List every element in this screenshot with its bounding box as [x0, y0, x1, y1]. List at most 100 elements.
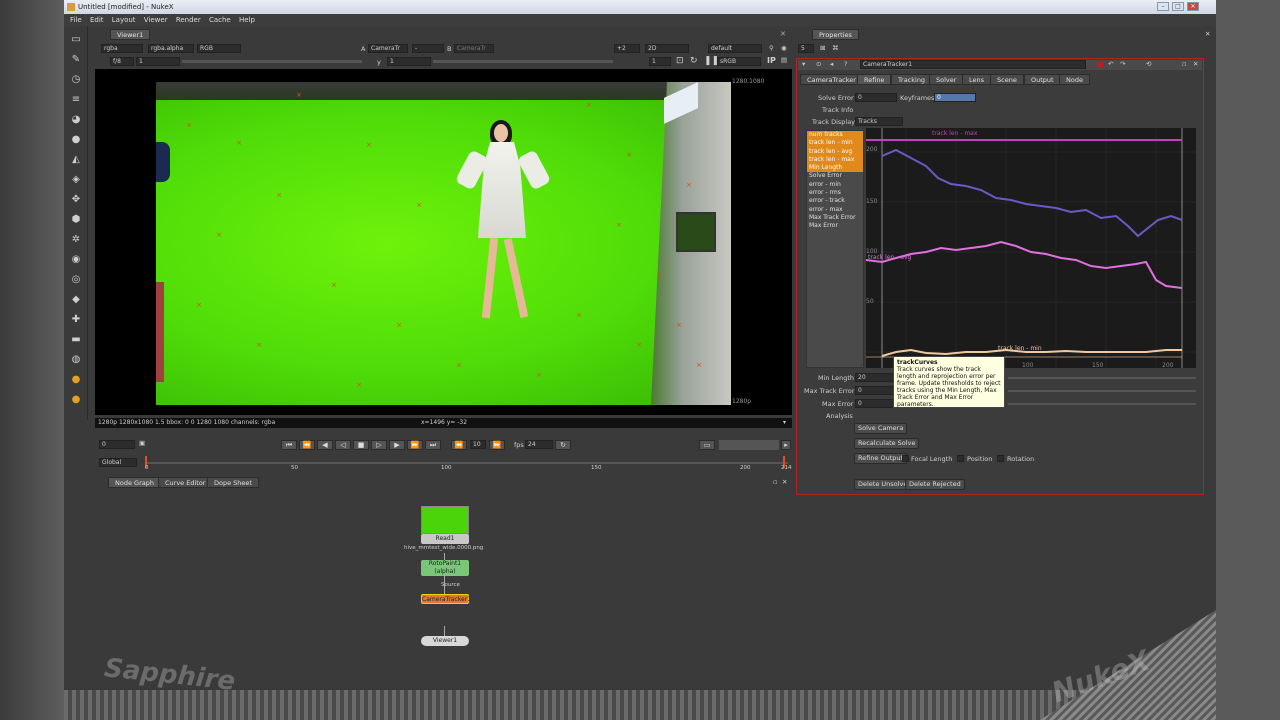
curve-error-rms[interactable]: error - rms: [807, 189, 863, 197]
close-pane-icon[interactable]: ✕: [780, 30, 786, 38]
furnace-icon[interactable]: ●: [70, 374, 82, 386]
colorspace-select[interactable]: RGB: [197, 44, 241, 53]
channels-select[interactable]: rgba: [101, 44, 143, 53]
menu-viewer[interactable]: Viewer: [144, 16, 168, 24]
color-swatch[interactable]: [1097, 62, 1103, 68]
tab-cameratracker[interactable]: CameraTracker: [800, 74, 863, 85]
gamma-slider[interactable]: [433, 60, 613, 63]
menu-icon[interactable]: ▤: [781, 56, 787, 64]
revert-icon[interactable]: ⟲: [1146, 60, 1151, 68]
read-node-thumbnail[interactable]: [421, 506, 469, 534]
read-node[interactable]: Read1: [421, 534, 469, 544]
input-a-select[interactable]: CameraTr: [368, 44, 408, 53]
max-panels-input[interactable]: 5: [798, 44, 814, 53]
loop-mode-button[interactable]: ↻: [555, 440, 571, 450]
gain-slider[interactable]: [182, 60, 362, 63]
track-curves-list[interactable]: num tracks track len - min track len - a…: [806, 130, 864, 368]
tab-refine[interactable]: Refine: [857, 74, 892, 85]
tab-lens[interactable]: Lens: [962, 74, 992, 85]
image-icon[interactable]: ▭: [70, 34, 82, 46]
lock-panels-icon[interactable]: ⌘: [832, 44, 839, 52]
max-error-input[interactable]: 0: [855, 399, 895, 408]
curve-max-error[interactable]: Max Error: [807, 222, 863, 230]
deep-icon[interactable]: ◉: [70, 254, 82, 266]
first-frame-button[interactable]: ⏮: [281, 440, 297, 450]
tab-node[interactable]: Node: [1059, 74, 1090, 85]
undo-icon[interactable]: ↶: [1108, 60, 1113, 68]
filter-icon[interactable]: ◭: [70, 154, 82, 166]
info-menu-icon[interactable]: ▾: [783, 418, 786, 428]
lock-icon[interactable]: ⚲: [769, 44, 774, 52]
plugin-icon[interactable]: ●: [70, 394, 82, 406]
timeline-expand[interactable]: ▸: [781, 440, 791, 450]
rotopaint-node[interactable]: RotoPaint1 (alpha): [421, 560, 469, 576]
tab-properties[interactable]: Properties: [812, 29, 859, 40]
tab-scene[interactable]: Scene: [990, 74, 1024, 85]
tab-tracking[interactable]: Tracking: [891, 74, 933, 85]
max-track-error-input[interactable]: 0: [855, 386, 895, 395]
play-backward-button[interactable]: ◁: [335, 440, 351, 450]
zoom-value[interactable]: 1: [649, 57, 671, 66]
roi-icon[interactable]: ⊡: [676, 56, 684, 66]
circle-icon[interactable]: ●: [70, 134, 82, 146]
curve-min-length[interactable]: Min Length: [807, 164, 863, 173]
step-increment[interactable]: 10: [470, 440, 486, 449]
step-back-button[interactable]: ⏪: [451, 440, 467, 450]
color-icon[interactable]: ◕: [70, 114, 82, 126]
help-icon[interactable]: ?: [844, 60, 847, 68]
close-pane-icon-2[interactable]: ✕: [782, 478, 787, 486]
fps-input[interactable]: 24: [525, 440, 553, 449]
ip-button[interactable]: IP: [767, 56, 776, 65]
redo-icon[interactable]: ↷: [1120, 60, 1125, 68]
track-curves-plot[interactable]: 200 150 100 50 100 150 200 track len - m…: [865, 128, 1196, 369]
menu-render[interactable]: Render: [176, 16, 201, 24]
close-button[interactable]: ✕: [1187, 2, 1199, 11]
paint-brush-icon[interactable]: ✎: [70, 54, 82, 66]
maximize-button[interactable]: □: [1172, 2, 1184, 11]
green-screen-plate[interactable]: × × × × × × × × × × × × × × × × × × × × …: [156, 82, 731, 405]
gain-select[interactable]: +2: [614, 44, 640, 53]
viewer-node[interactable]: Viewer1: [421, 636, 469, 646]
channel-icon[interactable]: ≡: [70, 94, 82, 106]
refine-output-button[interactable]: Refine Output: [854, 453, 908, 464]
timeline-track[interactable]: [145, 462, 788, 464]
curve-track-len-max[interactable]: track len - max: [807, 155, 863, 165]
curve-solve-error[interactable]: Solve Error: [807, 172, 863, 180]
next-keyframe-button[interactable]: ⏩: [407, 440, 423, 450]
timeline-zoom[interactable]: [719, 440, 779, 450]
collapse-icon[interactable]: ▾: [802, 60, 805, 68]
display-lut-select[interactable]: sRGB: [717, 57, 761, 66]
curve-error-track[interactable]: error - track: [807, 197, 863, 205]
toolsets-icon[interactable]: ✚: [70, 314, 82, 326]
particles-icon[interactable]: ✲: [70, 234, 82, 246]
curve-track-len-min[interactable]: track len - min: [807, 139, 863, 148]
min-length-slider[interactable]: [1008, 377, 1196, 379]
clear-panels-icon[interactable]: ⊠: [820, 44, 825, 52]
max-error-slider[interactable]: [1008, 403, 1196, 405]
metadata-icon[interactable]: ◆: [70, 294, 82, 306]
refresh-icon[interactable]: ↻: [690, 56, 698, 66]
other-icon[interactable]: ▬: [70, 334, 82, 346]
solve-camera-button[interactable]: Solve Camera: [854, 423, 908, 434]
lut-select[interactable]: default: [708, 44, 762, 53]
prev-frame-button[interactable]: ◀: [317, 440, 333, 450]
play-forward-button[interactable]: ▷: [371, 440, 387, 450]
delete-rejected-button[interactable]: Delete Rejected: [905, 479, 965, 490]
menu-help[interactable]: Help: [239, 16, 255, 24]
alpha-select[interactable]: rgba.alpha: [148, 44, 194, 53]
minimize-button[interactable]: –: [1157, 2, 1169, 11]
tab-curve-editor[interactable]: Curve Editor: [158, 477, 213, 488]
range-mode-select[interactable]: Global: [99, 458, 137, 467]
step-forward-button[interactable]: ⏩: [489, 440, 505, 450]
curve-error-max[interactable]: error - max: [807, 206, 863, 214]
transform-icon[interactable]: ✥: [70, 194, 82, 206]
views-icon[interactable]: ◎: [70, 274, 82, 286]
position-checkbox[interactable]: [957, 455, 964, 462]
view-mode-select[interactable]: 2D: [645, 44, 689, 53]
input-node-icon[interactable]: ◂: [830, 60, 833, 68]
tab-node-graph[interactable]: Node Graph: [108, 477, 161, 488]
frame-value[interactable]: 1: [136, 57, 180, 66]
recalculate-solve-button[interactable]: Recalculate Solve: [854, 438, 920, 449]
tab-output[interactable]: Output: [1024, 74, 1061, 85]
max-track-error-slider[interactable]: [1008, 390, 1196, 392]
